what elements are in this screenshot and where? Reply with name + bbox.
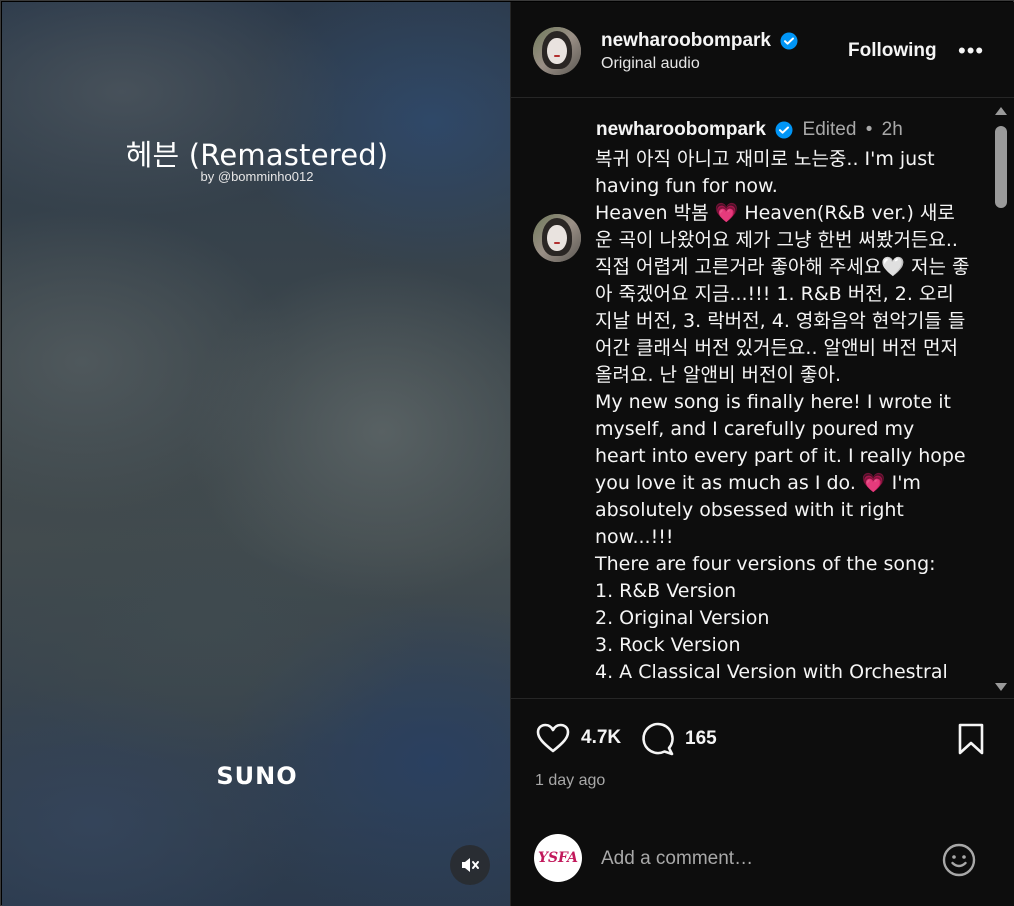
caption-line: 1. R&B Version [595,580,737,602]
like-count: 4.7K [581,727,622,748]
following-button[interactable]: Following [848,40,937,62]
comment-button[interactable]: 165 [639,722,717,756]
audio-link[interactable]: Original audio [601,55,700,73]
verified-badge-icon [775,121,793,139]
post-header: newharoobompark Original audio Following… [511,2,1014,98]
comments-scroll-area[interactable]: newharoobompark Edited • 2h 복귀 아직 아니고 재미… [511,99,1014,699]
caption-author-avatar[interactable] [533,214,581,262]
save-button[interactable] [957,722,995,756]
verified-badge-icon [780,32,798,50]
post-caption: 복귀 아직 아니고 재미로 노는중.. I'm just having fun … [595,146,970,686]
author-avatar[interactable] [533,27,581,75]
caption-line: 4. A Classical Version with Orchestral [595,661,948,683]
edited-label: Edited [802,119,857,140]
comment-count: 165 [685,728,717,749]
author-username: newharoobompark [601,30,771,51]
suno-logo: SUNO [216,762,298,790]
post-actions: 4.7K 165 [511,722,1014,762]
caption-username[interactable]: newharoobompark [596,119,766,140]
bookmark-icon [958,723,984,755]
post-dialog: 헤븐 (Remastered) by @bomminho012 SUNO new… [0,0,1014,906]
post-sidebar: newharoobompark Original audio Following… [510,2,1014,906]
emoji-icon[interactable] [941,842,977,878]
caption-line: There are four versions of the song: [595,553,936,575]
speaker-muted-icon [462,858,479,872]
caption-line: My new song is finally here! I wrote it … [595,391,966,548]
caption-header: newharoobompark Edited • 2h [596,119,903,141]
caption-line: 3. Rock Version [595,634,741,656]
mute-button[interactable] [450,845,490,885]
scroll-down-icon[interactable] [995,683,1007,691]
comment-input[interactable] [601,848,921,870]
caption-line: Heaven 박봄 💗 Heaven(R&B ver.) 새로운 곡이 나왔어요… [595,202,970,386]
comment-icon [642,722,674,756]
author-username-link[interactable]: newharoobompark [601,30,798,52]
current-user-avatar[interactable]: YSFA [534,834,582,882]
meta-separator: • [865,119,873,140]
scroll-up-icon[interactable] [995,107,1007,115]
song-credit: by @bomminho012 [200,169,314,184]
comment-composer: YSFA [511,812,1014,906]
more-options-icon[interactable]: ••• [958,38,984,64]
scrollbar[interactable] [990,99,1014,698]
post-date[interactable]: 1 day ago [535,772,605,790]
media-player[interactable]: 헤븐 (Remastered) by @bomminho012 SUNO [2,2,510,906]
like-button[interactable]: 4.7K [535,722,621,754]
scrollbar-thumb[interactable] [995,126,1007,208]
caption-line: 복귀 아직 아니고 재미로 노는중.. I'm just having fun … [595,148,935,197]
post-time[interactable]: 2h [882,119,903,140]
caption-line: 2. Original Version [595,607,770,629]
song-title: 헤븐 (Remastered) [125,138,389,172]
heart-icon [536,723,570,753]
